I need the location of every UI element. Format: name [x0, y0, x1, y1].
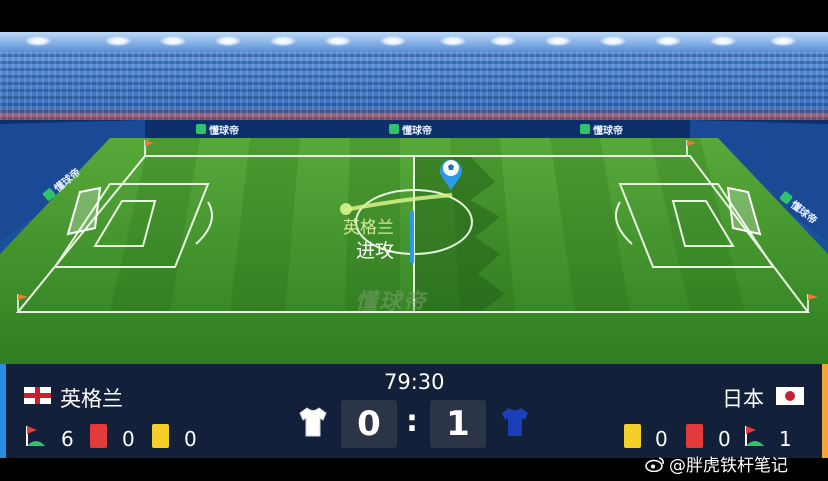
ad-logo-icon [580, 124, 590, 134]
ad-brand-text: 懂球帝 [402, 125, 432, 137]
ad-brand-text: 懂球帝 [593, 125, 623, 137]
home-red-cards: 0 [122, 427, 135, 451]
ad-board-2: 懂球帝 [389, 122, 432, 137]
attacking-team-label: 英格兰 [343, 218, 394, 238]
attack-indicator-bar [410, 211, 414, 263]
ad-brand-text: 懂球帝 [209, 125, 239, 137]
pitch-watermark: 懂球帝 [355, 290, 428, 315]
corner-flag-icon [26, 426, 45, 446]
home-shirt-icon [299, 407, 327, 437]
away-yellow-cards: 0 [655, 427, 668, 451]
home-corners: 6 [61, 427, 74, 451]
match-tracker-screen: 懂球帝 懂球帝 懂球帝 懂球帝 懂球帝 懂球帝 英格兰 进攻 英格兰 日本 79… [0, 0, 828, 481]
home-accent-edge [0, 364, 6, 458]
yellow-card-icon [624, 424, 641, 448]
ad-board-1: 懂球帝 [196, 122, 239, 137]
red-card-icon [90, 424, 107, 448]
home-yellow-cards: 0 [184, 427, 197, 451]
match-clock: 79:30 [384, 370, 445, 394]
corner-flag-icon [745, 426, 764, 446]
away-shirt-icon [502, 408, 528, 436]
home-team-name: 英格兰 [60, 387, 123, 411]
ad-logo-icon [196, 124, 206, 134]
weibo-watermark-text: @胖虎铁杆笔记 [669, 456, 788, 476]
attack-status-label: 进攻 [356, 240, 395, 262]
away-accent-edge [822, 364, 828, 458]
yellow-card-icon [152, 424, 169, 448]
weibo-watermark: @胖虎铁杆笔记 [645, 451, 788, 476]
weibo-icon [645, 456, 664, 472]
home-score: 0 [341, 400, 397, 448]
score-separator: : [406, 404, 418, 439]
ad-board-3: 懂球帝 [580, 122, 623, 137]
scoreboard-panel: 英格兰 日本 79:30 0 : 1 6 0 0 0 0 1 [0, 364, 828, 458]
red-card-icon [686, 424, 703, 448]
away-corners: 1 [779, 427, 792, 451]
away-team-name: 日本 [722, 387, 764, 411]
away-score: 1 [430, 400, 486, 448]
england-flag-icon [24, 387, 51, 404]
away-red-cards: 0 [718, 427, 731, 451]
soccer-ball-pin-icon [440, 159, 462, 190]
japan-flag-icon [776, 387, 804, 405]
ad-logo-icon [389, 124, 399, 134]
